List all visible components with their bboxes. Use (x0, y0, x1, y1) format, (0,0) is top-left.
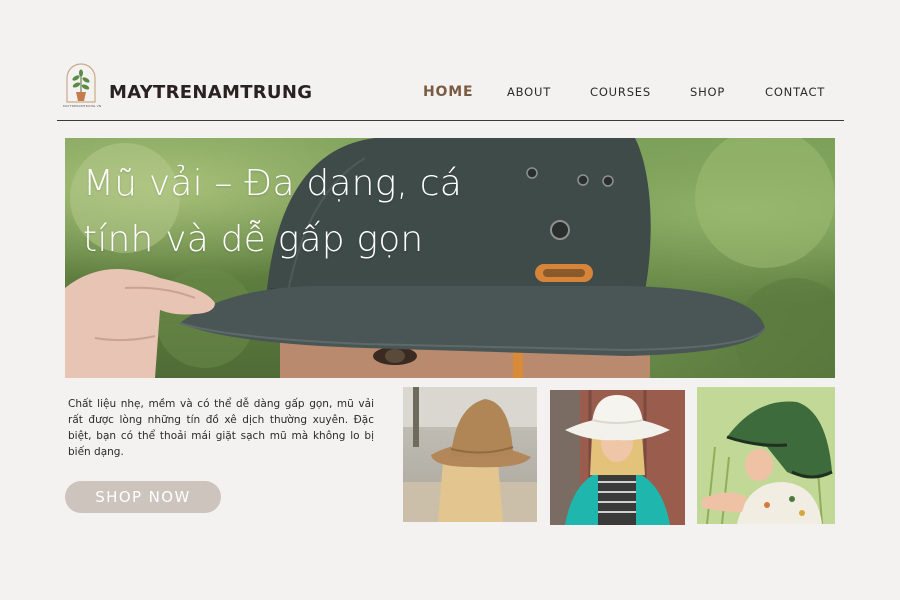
product-image-khaki-hat[interactable] (403, 387, 537, 522)
hero-banner: Mũ vải – Đa dạng, cá tính và dễ gấp gọn (65, 138, 835, 378)
nav-shop[interactable]: SHOP (690, 85, 725, 99)
site-header: MAYTRENAMTRUNG.VN MAYTRENAMTRUNG HOME AB… (57, 60, 844, 121)
product-image-white-hat[interactable] (550, 390, 685, 525)
shop-now-button[interactable]: SHOP NOW (65, 481, 221, 513)
main-nav: HOME ABOUT COURSES SHOP CONTACT (57, 84, 844, 105)
nav-home[interactable]: HOME (423, 84, 473, 100)
product-image-green-hat[interactable] (697, 387, 835, 524)
nav-courses[interactable]: COURSES (590, 85, 651, 99)
nav-contact[interactable]: CONTACT (765, 85, 825, 99)
nav-about[interactable]: ABOUT (507, 85, 551, 99)
product-description: Chất liệu nhẹ, mềm và có thể dễ dàng gấp… (68, 398, 374, 458)
hero-title: Mũ vải – Đa dạng, cá tính và dễ gấp gọn (83, 163, 463, 260)
